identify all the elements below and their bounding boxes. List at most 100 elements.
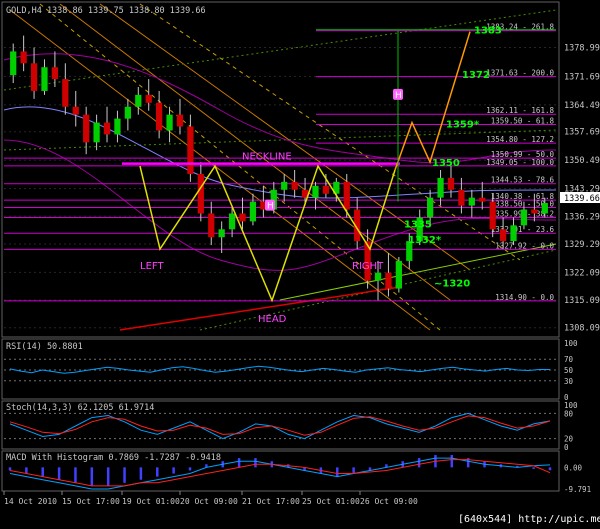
fib-level-label: 1359.50 - 61.8 [491,117,555,126]
price-header: GOLD,H4 1338.86 1339.75 1338.80 1339.66 [6,6,206,16]
chart-canvas: 1383.24 - 261.81371.63 - 200.01362.11 - … [1,1,600,525]
candle-body [395,260,402,289]
candle-body [187,126,194,174]
right-shoulder-label: RIGHT [352,261,384,272]
current-price-label: 1339.66 [564,194,600,204]
panel-y-tick: 30 [564,377,574,386]
y-tick-label: 1357.69 [564,128,600,138]
time-axis: 14 Oct 2010 15 Oct 17:00 19 Oct 01:00 20 Oc… [3,491,418,506]
y-tick-label: 1329.29 [564,240,600,250]
candle-body [10,51,17,76]
candle-body [499,229,507,242]
y-tick-label: 1336.29 [564,212,600,222]
macd-y-tick: -9.791 [564,485,591,494]
target-label: 1335 [404,219,432,230]
candle-body [239,213,246,222]
target-label: 1383 [474,26,502,37]
candle-body [458,189,465,206]
y-tick-label: 1315.09 [564,296,600,306]
h-marker-label: H [395,91,402,101]
fib-level-label: 1327.92 - 0.0 [495,241,554,250]
candle-body [520,209,528,226]
x-tick-label: 20 Oct 09:00 [180,497,238,506]
x-tick-label: 21 Oct 17:00 [242,497,300,506]
head-label: HEAD [258,314,287,325]
candle-body [41,67,48,91]
candle-body [291,181,298,190]
panel-y-tick: 0 [564,443,569,452]
panel-y-tick: 100 [564,339,578,348]
x-tick-label: 25 Oct 01:00 [302,497,360,506]
candle-body [135,94,142,107]
h-marker-label: H [267,202,274,212]
candle-body [72,106,79,115]
screen-info: [640x544] http://upic.me/ [458,514,600,525]
candle-body [437,177,444,198]
candle-body [322,185,330,194]
y-tick-label: 1378.99 [564,44,600,54]
x-tick-label: 15 Oct 17:00 [62,497,120,506]
candle-body [385,272,392,289]
candle-body [156,102,163,131]
candle-body [20,51,27,64]
x-tick-label: 19 Oct 01:00 [122,497,180,506]
candle-body [145,94,152,103]
candle-body [489,201,496,230]
price-y-axis: 1378.991371.691364.491357.691350.491343.… [564,44,600,334]
panel-y-tick: 70 [564,355,574,364]
candle-body [479,197,486,202]
fib-level-label: 1371.63 - 200.0 [486,69,554,78]
x-tick-label: 14 Oct 2010 [4,497,57,506]
candle-body [228,213,236,230]
candle-body [62,79,69,107]
candle-body [176,114,184,127]
target-label: 1350 [432,158,460,169]
price-panel-frame [1,1,560,338]
neckline-label: NECKLINE [242,152,292,163]
candle-body [197,173,204,214]
candle-body [114,118,121,135]
target-label: 1332* [408,235,442,246]
candle-body [83,114,90,143]
candle-body [103,122,111,135]
candle-body [374,272,382,281]
candle-body [427,197,434,218]
candle-body [531,209,538,214]
x-tick-label: 26 Oct 09:00 [360,497,418,506]
panel-y-tick: 50 [564,366,574,375]
y-tick-label: 1350.49 [564,156,600,166]
fib-level-label: 1344.53 - 78.6 [491,176,555,185]
candle-body [281,181,288,190]
candle-body [218,229,225,238]
y-tick-label: 1322.09 [564,268,600,278]
candle-body [312,185,319,198]
y-tick-label: 1364.49 [564,101,600,111]
macd-header: MACD With Histogram 0.7869 -1.7287 -0.94… [6,453,221,463]
panel-y-tick: 80 [564,409,574,418]
candle-body [541,202,548,214]
y-tick-label: 1308.09 [564,324,600,334]
target-label: 1372 [462,70,490,81]
candle-body [510,225,517,242]
target-label: 1359* [446,119,480,130]
candle-body [343,181,350,210]
fib-level-label: 1354.80 - 127.2 [486,135,554,144]
y-tick-label: 1371.69 [564,72,600,82]
candle-body [249,201,257,222]
candle-body [208,213,215,238]
candle-body [93,122,100,143]
candle-body [51,67,59,80]
fib-level-label: 1349.05 - 100.0 [486,158,554,167]
candle-body [30,63,38,91]
candle-body [447,177,455,190]
candle-body [468,197,475,206]
candle-body [166,114,173,131]
fib-level-label: 1362.11 - 161.8 [486,106,554,115]
left-shoulder-label: LEFT [140,261,164,272]
target-label: ~1320 [434,279,470,290]
fib-level-label: 1314.90 - 0.0 [495,293,554,302]
stoch-header: Stoch(14,3,3) 62.1205 61.9714 [6,403,154,413]
candle-body [124,106,131,119]
macd-y-tick: 0.00 [564,463,583,472]
rsi-header: RSI(14) 50.8801 [6,342,83,352]
